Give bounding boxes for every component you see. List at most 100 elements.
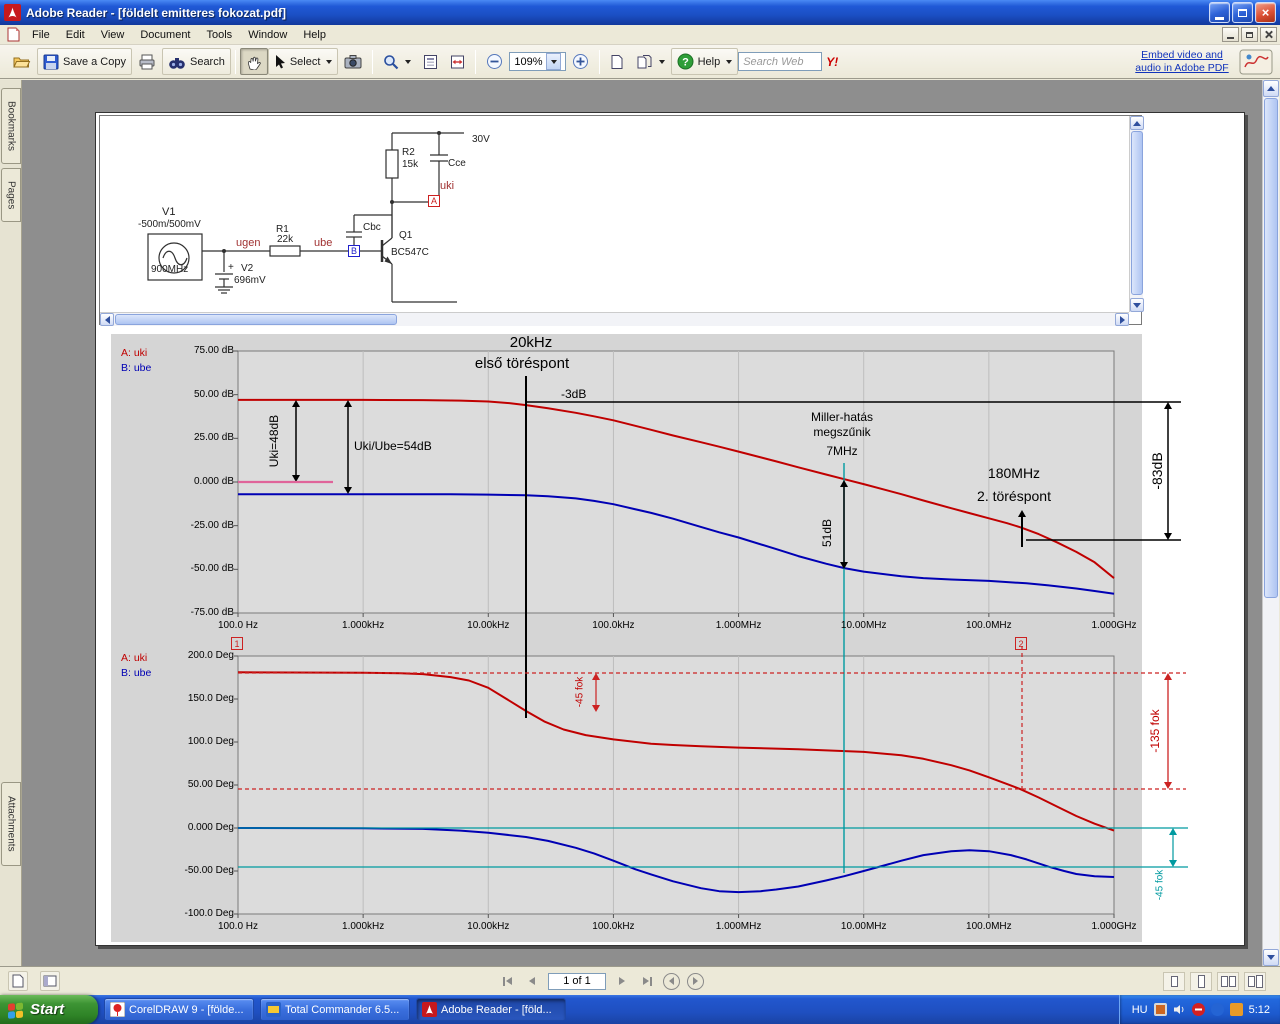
actual-size-button[interactable] [417,48,444,75]
facing-layout-button[interactable] [1217,972,1239,991]
save-a-copy-button[interactable]: Save a Copy [37,48,132,75]
y-tick-label: 0.000 dB [193,476,234,487]
fit-width-button[interactable] [444,48,471,75]
document-icon [7,27,20,42]
document-area[interactable]: V1 -500m/500mV 900MHz ugen R1 22k ube Cb… [22,80,1262,966]
sidebar-tab-bookmarks[interactable]: Bookmarks [1,88,21,164]
tray-icon-2[interactable] [1191,1003,1205,1016]
search-button[interactable]: Search [161,48,231,75]
taskbar-item-coreldraw[interactable]: CorelDRAW 9 - [földe... [104,998,254,1021]
zoom-dropdown-button[interactable] [545,53,561,70]
chevron-down-icon [326,59,333,64]
cbc-label: Cbc [363,222,381,233]
status-options-button[interactable] [40,971,60,991]
start-button[interactable]: Start [0,995,98,1024]
arrow-right-icon [642,977,649,985]
pages-tab-label: Pages [5,180,17,210]
child-minimize-button[interactable] [1222,27,1239,42]
menu-tools[interactable]: Tools [199,27,241,43]
select-tool-button[interactable]: Select [267,48,339,75]
scroll-up-button[interactable] [1263,80,1279,97]
yahoo-icon[interactable]: Y! [826,55,838,69]
legend-ube-phase: B: ube [121,667,152,679]
page-navigation: 1 of 1 [498,972,704,990]
embed-video-link[interactable]: Embed video and audio in Adobe PDF [1129,49,1235,74]
window-title: Adobe Reader - [földelt emitteres fokoza… [26,5,287,20]
x-tick-label: 100.0 Hz [217,620,259,631]
printer-icon [139,54,155,69]
toolbar-separator [598,49,600,74]
menu-file[interactable]: File [24,27,58,43]
arrow-down-icon [1133,302,1141,308]
scroll-up-button[interactable] [1130,116,1144,130]
tray-icon-1[interactable] [1153,1003,1167,1016]
scroll-down-button[interactable] [1263,949,1279,966]
zoom-in-button[interactable] [566,48,595,75]
menu-document[interactable]: Document [132,27,198,43]
annotation-miller-line1: Miller-hatás [810,410,874,424]
menu-help[interactable]: Help [295,27,334,43]
maximize-button[interactable] [1232,2,1253,23]
circuit-vertical-scrollbar[interactable] [1129,116,1144,312]
language-indicator[interactable]: HU [1132,1004,1148,1016]
legend-uki-magnitude: A: uki [121,347,148,359]
previous-page-button[interactable] [523,972,541,990]
scroll-down-button[interactable] [1130,298,1144,312]
magnifier-icon [384,54,399,69]
menu-window[interactable]: Window [240,27,295,43]
page-number-box[interactable]: 1 of 1 [548,972,606,990]
child-restore-button[interactable] [1241,27,1258,42]
title-bar: Adobe Reader - [földelt emitteres fokoza… [0,0,1280,25]
status-document-button[interactable] [8,971,28,991]
scroll-left-button[interactable] [100,313,114,326]
tray-volume-icon[interactable] [1173,1003,1186,1016]
previous-view-button[interactable] [663,972,680,990]
taskbar-item-total-commander[interactable]: Total Commander 6.5... [260,998,410,1021]
arrow-head-icon [1164,402,1172,409]
snapshot-tool-button[interactable] [338,48,368,75]
scrollbar-thumb[interactable] [1131,131,1143,295]
tray-icon-3[interactable] [1210,1003,1224,1016]
sidebar-tab-pages[interactable]: Pages [1,168,21,222]
toolbar-separator [372,49,374,74]
page-layout-buttons [1163,972,1266,991]
help-button[interactable]: ? Help [670,48,739,75]
zoom-out-button[interactable] [480,48,509,75]
x-tick-label: 1.000GHz [1091,620,1137,631]
annotation-minus45fok-ube: -45 fok [1154,869,1166,901]
x-tick-label: 10.00MHz [840,921,887,932]
close-button[interactable]: × [1255,2,1276,23]
y-tick-label: -75.00 dB [190,607,234,618]
continuous-facing-layout-button[interactable] [1244,972,1266,991]
arrow-up-icon [1267,86,1275,91]
first-page-icon [502,976,505,986]
child-close-button[interactable] [1260,27,1277,42]
next-view-button[interactable] [687,972,704,990]
tray-icon-4[interactable] [1229,1003,1243,1016]
last-page-button[interactable] [638,972,656,990]
node-marker-b: B [348,245,360,257]
search-web-input[interactable] [738,52,823,71]
main-vertical-scrollbar[interactable] [1262,80,1279,966]
continuous-layout-button[interactable] [1190,972,1212,991]
page-display-button-1[interactable] [604,48,630,75]
print-button[interactable] [132,48,162,75]
zoom-tool-button[interactable] [377,48,417,75]
sidebar-tab-attachments[interactable]: Attachments [1,782,21,866]
taskbar-item-adobe-reader[interactable]: Adobe Reader - [föld... [416,998,566,1021]
next-page-button[interactable] [613,972,631,990]
scrollbar-thumb[interactable] [1264,98,1278,598]
circuit-horizontal-scrollbar[interactable] [100,312,1129,326]
open-button[interactable] [7,48,37,75]
windows-flag-icon [8,1002,23,1019]
single-page-layout-button[interactable] [1163,972,1185,991]
scroll-right-button[interactable] [1115,313,1129,326]
minimize-button[interactable] [1209,2,1230,23]
menu-view[interactable]: View [93,27,133,43]
hand-tool-button[interactable] [239,48,268,75]
first-page-button[interactable] [498,972,516,990]
page-display-button-2[interactable] [630,48,671,75]
menu-edit[interactable]: Edit [58,27,93,43]
zoom-level-select[interactable]: 109% [509,52,566,71]
scrollbar-thumb[interactable] [115,314,397,325]
